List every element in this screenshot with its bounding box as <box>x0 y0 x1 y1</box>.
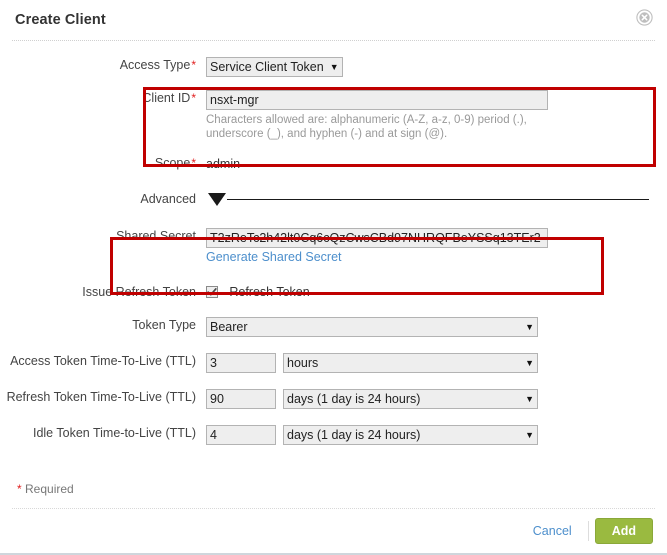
row-access-type: Access Type* Service Client Token ▼ <box>0 57 667 77</box>
required-marker: * <box>17 482 22 496</box>
close-circle-icon[interactable] <box>636 9 653 26</box>
idle-token-ttl-amount-input[interactable] <box>206 425 276 445</box>
client-id-hint: Characters allowed are: alphanumeric (A-… <box>206 114 527 140</box>
refresh-token-checkbox-label: Refresh Token <box>229 285 310 300</box>
shared-secret-input[interactable] <box>206 228 548 248</box>
advanced-label: Advanced <box>140 192 196 206</box>
refresh-token-checkbox[interactable] <box>206 286 218 299</box>
access-type-value: Service Client Token <box>210 60 324 74</box>
client-id-input[interactable] <box>206 90 548 110</box>
create-client-dialog: Create Client Access Type* Service Clien… <box>0 0 667 555</box>
row-token-type: Token Type Bearer ▼ <box>0 317 667 337</box>
idle-token-ttl-unit-value: days (1 day is 24 hours) <box>287 428 421 442</box>
dialog-body: Access Type* Service Client Token ▼ Clie… <box>0 41 667 508</box>
scope-value: admin <box>206 157 241 171</box>
dialog-header: Create Client <box>12 0 655 41</box>
add-button[interactable]: Add <box>594 518 653 544</box>
idle-token-ttl-label: Idle Token Time-to-Live (TTL) <box>32 426 196 440</box>
access-token-ttl-label: Access Token Time-To-Live (TTL) <box>10 354 196 368</box>
row-refresh-token-ttl: Refresh Token Time-To-Live (TTL) days (1… <box>0 389 667 409</box>
required-note-text: Required <box>25 482 74 496</box>
row-issue-refresh-token: Issue Refresh Token Refresh Token <box>0 284 667 300</box>
footer-divider <box>587 521 589 541</box>
row-advanced: Advanced <box>0 191 667 207</box>
row-access-token-ttl: Access Token Time-To-Live (TTL) hours ▼ <box>0 353 667 373</box>
issue-refresh-token-label: Issue Refresh Token <box>82 285 196 299</box>
chevron-down-icon: ▼ <box>525 393 534 404</box>
access-type-select[interactable]: Service Client Token ▼ <box>206 57 343 77</box>
access-token-ttl-unit-select[interactable]: hours ▼ <box>283 353 538 373</box>
page-title: Create Client <box>15 12 106 28</box>
access-token-ttl-unit-value: hours <box>287 356 319 370</box>
token-type-value: Bearer <box>210 320 248 334</box>
required-note: * Required <box>17 482 74 496</box>
generate-shared-secret-link[interactable]: Generate Shared Secret <box>206 250 342 264</box>
chevron-down-icon: ▼ <box>525 429 534 440</box>
access-type-label: Access Type* <box>119 58 196 72</box>
refresh-token-ttl-amount-input[interactable] <box>206 389 276 409</box>
checkmark-icon <box>207 288 217 296</box>
required-marker: * <box>191 156 196 170</box>
row-scope: Scope* admin <box>0 155 667 172</box>
access-token-ttl-amount-input[interactable] <box>206 353 276 373</box>
client-id-label: Client ID* <box>142 91 196 105</box>
refresh-token-ttl-unit-value: days (1 day is 24 hours) <box>287 392 421 406</box>
advanced-divider <box>227 198 649 200</box>
token-type-label: Token Type <box>132 318 196 332</box>
required-marker: * <box>191 91 196 105</box>
row-idle-token-ttl: Idle Token Time-to-Live (TTL) days (1 da… <box>0 425 667 445</box>
dialog-footer: Cancel Add <box>12 508 655 553</box>
advanced-collapse-triangle-icon[interactable] <box>208 192 226 206</box>
chevron-down-icon: ▼ <box>525 321 534 332</box>
chevron-down-icon: ▼ <box>329 61 339 72</box>
cancel-button[interactable]: Cancel <box>523 520 582 542</box>
row-client-id: Client ID* Characters allowed are: alpha… <box>0 90 667 141</box>
refresh-token-ttl-unit-select[interactable]: days (1 day is 24 hours) ▼ <box>283 389 538 409</box>
required-marker: * <box>191 58 196 72</box>
token-type-select[interactable]: Bearer ▼ <box>206 317 538 337</box>
refresh-token-ttl-label: Refresh Token Time-To-Live (TTL) <box>6 390 196 404</box>
scope-label: Scope* <box>154 156 196 170</box>
shared-secret-label: Shared Secret <box>116 229 196 243</box>
row-shared-secret: Shared Secret Generate Shared Secret <box>0 228 667 264</box>
idle-token-ttl-unit-select[interactable]: days (1 day is 24 hours) ▼ <box>283 425 538 445</box>
chevron-down-icon: ▼ <box>525 357 534 368</box>
